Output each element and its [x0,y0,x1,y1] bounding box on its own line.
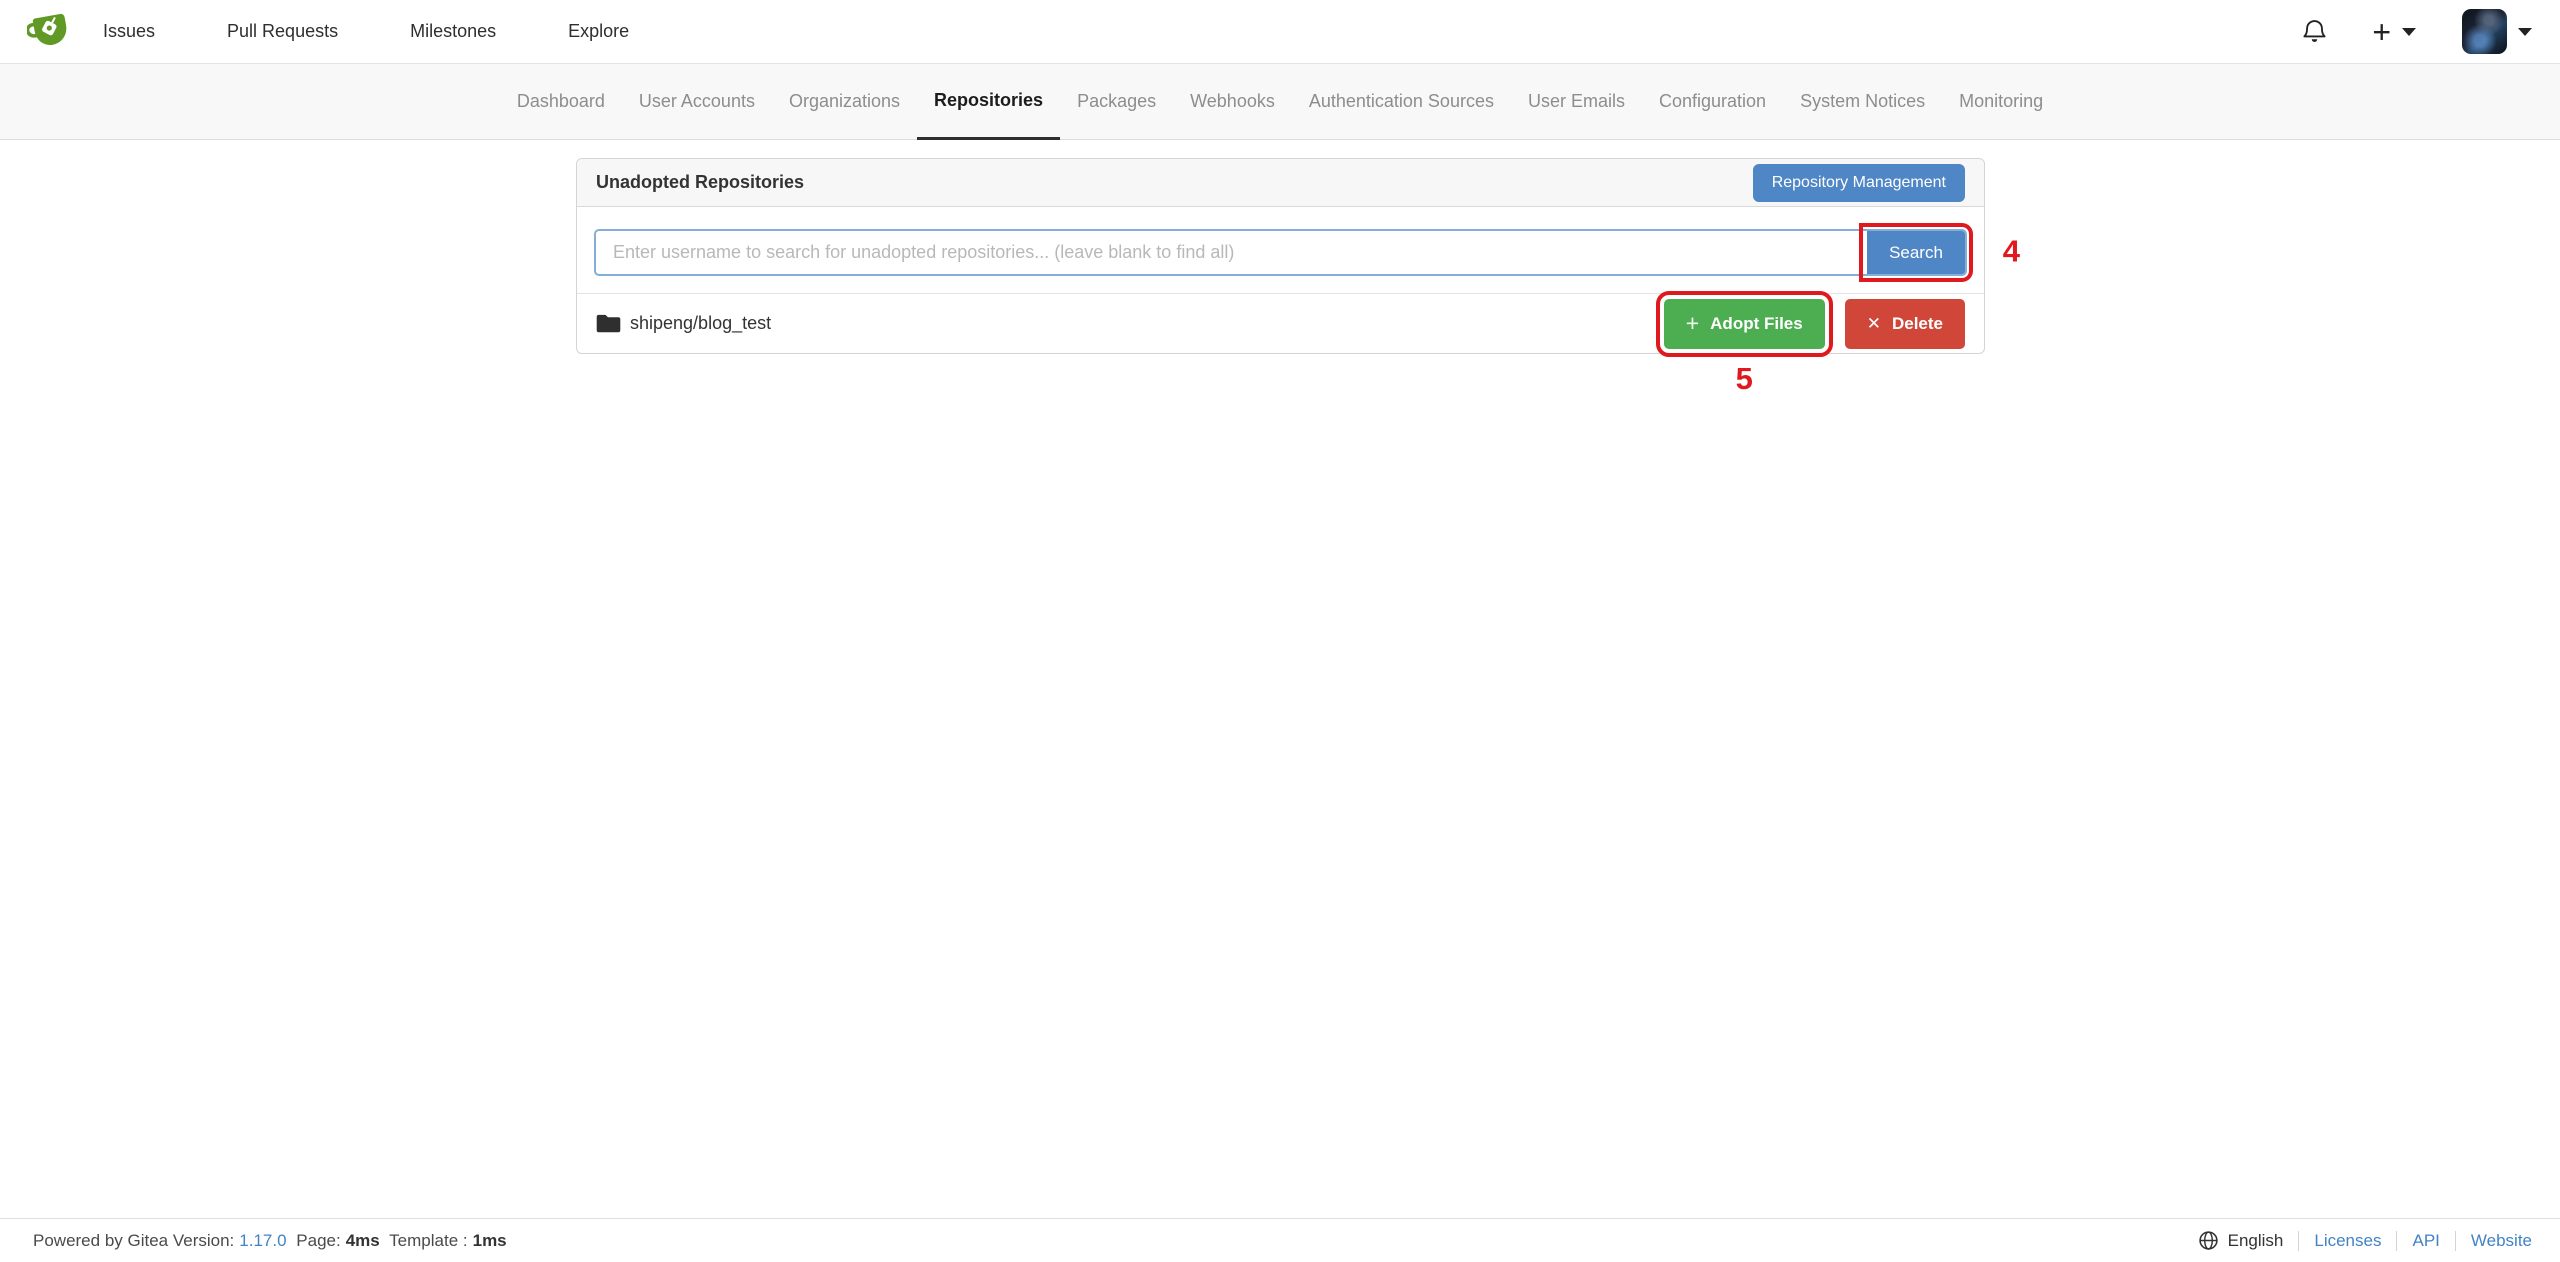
chevron-down-icon [2402,28,2416,36]
delete-label: Delete [1892,314,1943,334]
page-title: Unadopted Repositories [596,172,804,193]
website-link[interactable]: Website [2455,1231,2532,1251]
tab-webhooks[interactable]: Webhooks [1173,64,1292,139]
plus-icon: + [1686,312,1699,335]
unadopted-repositories-panel: Unadopted Repositories Repository Manage… [576,158,1985,354]
page-time-label: Page: [296,1231,340,1250]
language-label: English [2228,1231,2284,1251]
adopt-files-wrap: + Adopt Files 5 [1664,299,1825,349]
tab-monitoring[interactable]: Monitoring [1942,64,2060,139]
adopt-files-label: Adopt Files [1710,314,1803,334]
delete-button[interactable]: ✕ Delete [1845,299,1965,349]
page-time-value: 4ms [346,1231,380,1250]
tab-organizations[interactable]: Organizations [772,64,917,139]
api-link[interactable]: API [2396,1231,2454,1251]
search-section: Search 4 [577,207,1984,293]
tab-user-emails[interactable]: User Emails [1511,64,1642,139]
create-new-dropdown[interactable]: + [2372,16,2416,48]
panel-header: Unadopted Repositories Repository Manage… [577,159,1984,207]
language-selector[interactable]: English [2183,1230,2299,1251]
repository-management-button[interactable]: Repository Management [1753,164,1965,202]
tab-user-accounts[interactable]: User Accounts [622,64,772,139]
adopt-files-button[interactable]: + Adopt Files [1664,299,1825,349]
repo-name: shipeng/blog_test [630,313,771,334]
nav-item-issues[interactable]: Issues [103,21,155,42]
template-time-label: Template : [389,1231,467,1250]
avatar [2462,9,2507,54]
folder-icon [596,311,621,336]
version-link[interactable]: 1.17.0 [239,1231,286,1250]
annotation-number-4: 4 [2003,236,2020,267]
search-input-group: Search [594,229,1967,276]
tab-dashboard[interactable]: Dashboard [500,64,622,139]
table-row: shipeng/blog_test + Adopt Files 5 ✕ Dele… [577,293,1984,353]
footer: Powered by Gitea Version: 1.17.0 Page: 4ms… [0,1218,2560,1262]
user-menu-dropdown[interactable] [2462,9,2532,54]
annotation-number-5: 5 [1736,363,1753,394]
search-button[interactable]: Search [1867,231,1965,274]
search-input[interactable] [596,231,1867,274]
licenses-link[interactable]: Licenses [2298,1231,2396,1251]
nav-item-milestones[interactable]: Milestones [410,21,496,42]
tab-authentication-sources[interactable]: Authentication Sources [1292,64,1511,139]
row-actions: + Adopt Files 5 ✕ Delete [1664,299,1965,349]
nav-item-explore[interactable]: Explore [568,21,629,42]
chevron-down-icon [2518,28,2532,36]
powered-by-text: Powered by Gitea Version: [33,1231,234,1250]
plus-icon: + [2372,16,2391,48]
tab-repositories[interactable]: Repositories [917,64,1060,140]
nav-item-pull-requests[interactable]: Pull Requests [227,21,338,42]
top-navbar: Issues Pull Requests Milestones Explore … [0,0,2560,63]
globe-icon [2198,1230,2219,1251]
footer-links: English Licenses API Website [2183,1230,2532,1251]
admin-tabbar: Dashboard User Accounts Organizations Re… [0,63,2560,140]
gitea-logo-icon[interactable] [27,11,73,53]
navbar-right: + [2301,9,2532,54]
footer-powered-by: Powered by Gitea Version: 1.17.0 Page: 4ms… [33,1231,512,1251]
tab-configuration[interactable]: Configuration [1642,64,1783,139]
x-icon: ✕ [1867,315,1881,332]
notifications-bell-icon[interactable] [2301,18,2328,45]
template-time-value: 1ms [473,1231,507,1250]
tab-system-notices[interactable]: System Notices [1783,64,1942,139]
tab-packages[interactable]: Packages [1060,64,1173,139]
